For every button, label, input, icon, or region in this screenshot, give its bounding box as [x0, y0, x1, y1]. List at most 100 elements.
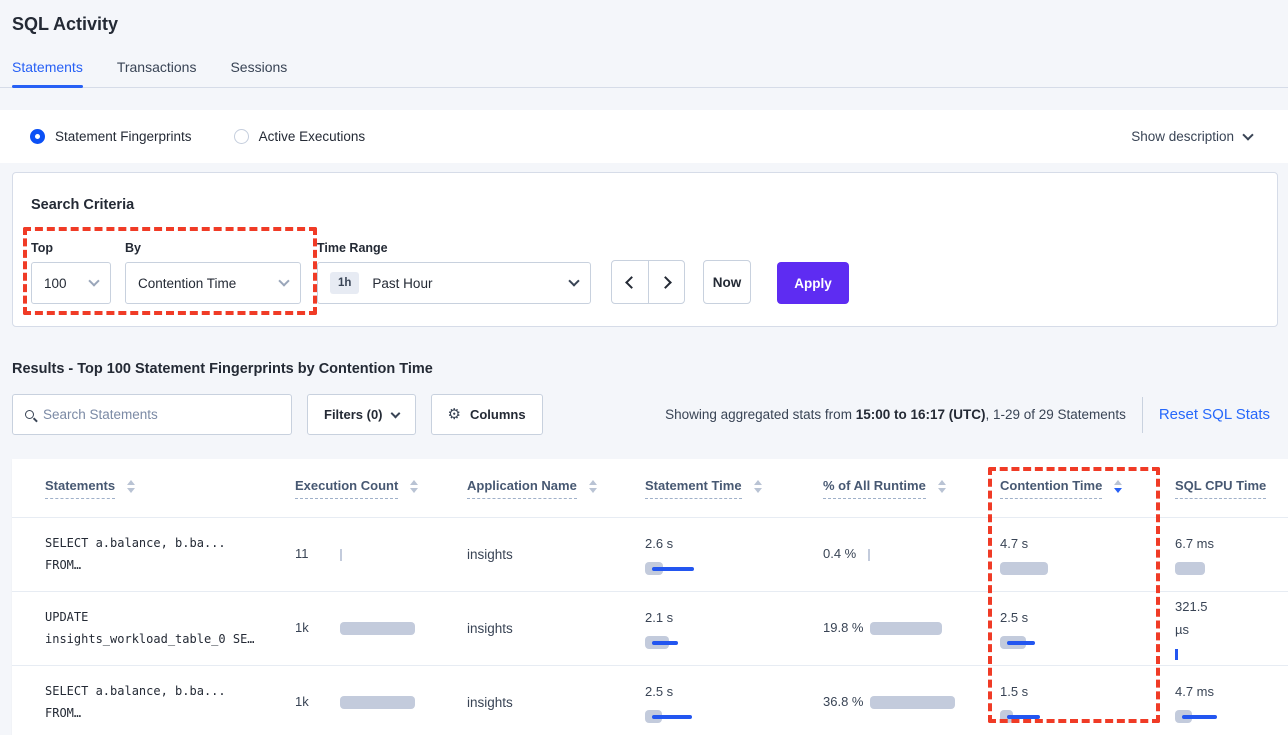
execution-count-value: 11: [295, 543, 333, 566]
execution-count-value: 1k: [295, 691, 333, 714]
table-row: SELECT a.balance, b.ba...FROM… 11 insigh…: [12, 517, 1288, 591]
apply-button[interactable]: Apply: [777, 262, 849, 304]
execution-count-bar: [340, 696, 415, 710]
radio-selected-icon[interactable]: [30, 129, 45, 144]
radio-statement-fingerprints[interactable]: Statement Fingerprints: [30, 129, 192, 144]
tab-sessions[interactable]: Sessions: [230, 59, 287, 87]
page-title: SQL Activity: [0, 0, 1288, 35]
tab-transactions[interactable]: Transactions: [117, 59, 197, 87]
runtime-pct-value: 0.4 %: [823, 543, 861, 566]
contention-time-value: 1.5 s: [1000, 681, 1175, 704]
sort-icon[interactable]: [127, 480, 135, 493]
sql-cpu-time-value: 6.7 ms: [1175, 533, 1225, 556]
previous-time-button[interactable]: [612, 261, 648, 303]
table-row: SELECT a.balance, b.ba...FROM… 1k insigh…: [12, 665, 1288, 735]
search-input[interactable]: [43, 407, 279, 422]
top-field: Top 100: [31, 241, 111, 304]
chevron-down-icon: [568, 275, 579, 286]
now-button[interactable]: Now: [703, 260, 751, 304]
tab-statements[interactable]: Statements: [12, 59, 83, 87]
sort-icon[interactable]: [589, 480, 597, 493]
time-range-badge: 1h: [330, 272, 359, 294]
runtime-pct-value: 19.8 %: [823, 617, 863, 640]
filters-button[interactable]: Filters (0): [307, 394, 416, 435]
application-name-value: insights: [467, 547, 513, 562]
contention-time-bar: [1000, 636, 1175, 650]
time-range-field: Time Range 1h Past Hour: [317, 241, 591, 304]
sql-cpu-time-bar: [1175, 647, 1288, 661]
statement-link[interactable]: SELECT a.balance, b.ba...FROM…: [45, 681, 295, 724]
statement-time-value: 2.1 s: [645, 607, 823, 630]
sort-icon-active-desc[interactable]: [1114, 480, 1122, 493]
sort-icon[interactable]: [938, 480, 946, 493]
radio-unselected-icon[interactable]: [234, 129, 249, 144]
col-header-application-name[interactable]: Application Name: [467, 478, 577, 499]
time-shift-button-group: [611, 260, 685, 304]
contention-time-bar: [1000, 710, 1175, 724]
time-range-select[interactable]: 1h Past Hour: [317, 262, 591, 304]
search-icon: [25, 410, 34, 419]
statements-table: Statements Execution Count Application N…: [12, 459, 1288, 735]
runtime-pct-bar: [870, 696, 955, 710]
contention-time-value: 2.5 s: [1000, 607, 1175, 630]
chevron-down-icon: [278, 275, 289, 286]
results-controls-row: Filters (0) ⚙ Columns Showing aggregated…: [12, 394, 1278, 435]
filters-button-label: Filters (0): [324, 407, 383, 422]
show-description-toggle[interactable]: Show description: [1131, 129, 1252, 144]
time-range-label: Time Range: [317, 241, 591, 255]
tab-bar: Statements Transactions Sessions: [0, 59, 1288, 88]
statement-time-bar: [645, 710, 823, 724]
chevron-down-icon: [88, 275, 99, 286]
execution-count-bar: [340, 622, 415, 636]
sql-cpu-time-value: 321.5 µs: [1175, 596, 1225, 642]
aggregated-stats-text: Showing aggregated stats from 15:00 to 1…: [665, 407, 1126, 422]
gear-icon: ⚙: [448, 407, 461, 422]
statement-time-bar: [645, 636, 823, 650]
results-heading: Results - Top 100 Statement Fingerprints…: [12, 361, 1288, 377]
columns-button-label: Columns: [470, 407, 526, 422]
columns-button[interactable]: ⚙ Columns: [431, 394, 543, 435]
radio-label: Statement Fingerprints: [55, 129, 192, 144]
sort-icon[interactable]: [410, 480, 418, 493]
sort-icon[interactable]: [754, 480, 762, 493]
statement-time-value: 2.5 s: [645, 681, 823, 704]
col-header-sql-cpu-time[interactable]: SQL CPU Time: [1175, 478, 1266, 499]
col-header-statements[interactable]: Statements: [45, 478, 115, 499]
by-select-value: Contention Time: [138, 276, 236, 291]
reset-sql-stats-link[interactable]: Reset SQL Stats: [1159, 406, 1278, 423]
application-name-value: insights: [467, 695, 513, 710]
runtime-pct-bar: [868, 548, 870, 562]
col-header-statement-time[interactable]: Statement Time: [645, 478, 742, 499]
statement-link[interactable]: UPDATEinsights_workload_table_0 SE…: [45, 607, 295, 650]
view-toggle-band: Statement Fingerprints Active Executions…: [0, 110, 1288, 163]
col-header-contention-time[interactable]: Contention Time: [1000, 478, 1102, 499]
statement-link[interactable]: SELECT a.balance, b.ba...FROM…: [45, 533, 295, 576]
col-header-runtime-pct[interactable]: % of All Runtime: [823, 478, 926, 499]
radio-label: Active Executions: [259, 129, 366, 144]
chevron-right-icon: [659, 276, 672, 289]
top-select-value: 100: [44, 276, 67, 291]
top-select[interactable]: 100: [31, 262, 111, 304]
runtime-pct-value: 36.8 %: [823, 691, 863, 714]
execution-count-value: 1k: [295, 617, 333, 640]
search-criteria-panel: Search Criteria Top 100 By Contention Ti…: [12, 172, 1278, 327]
contention-time-value: 4.7 s: [1000, 533, 1175, 556]
sql-cpu-time-value: 4.7 ms: [1175, 681, 1225, 704]
table-header-row: Statements Execution Count Application N…: [12, 459, 1288, 517]
show-description-label: Show description: [1131, 129, 1234, 144]
by-label: By: [125, 241, 301, 255]
radio-active-executions[interactable]: Active Executions: [234, 129, 366, 144]
next-time-button[interactable]: [648, 261, 684, 303]
statement-search-box[interactable]: [12, 394, 292, 435]
execution-count-bar: [340, 548, 342, 562]
top-label: Top: [31, 241, 111, 255]
sql-cpu-time-bar: [1175, 710, 1288, 724]
by-field: By Contention Time: [111, 241, 301, 304]
runtime-pct-bar: [870, 622, 942, 636]
vertical-divider: [1142, 397, 1143, 433]
by-select[interactable]: Contention Time: [125, 262, 301, 304]
search-criteria-heading: Search Criteria: [31, 197, 1259, 213]
col-header-execution-count[interactable]: Execution Count: [295, 478, 398, 499]
time-range-value: Past Hour: [372, 276, 432, 291]
chevron-down-icon: [390, 408, 400, 418]
